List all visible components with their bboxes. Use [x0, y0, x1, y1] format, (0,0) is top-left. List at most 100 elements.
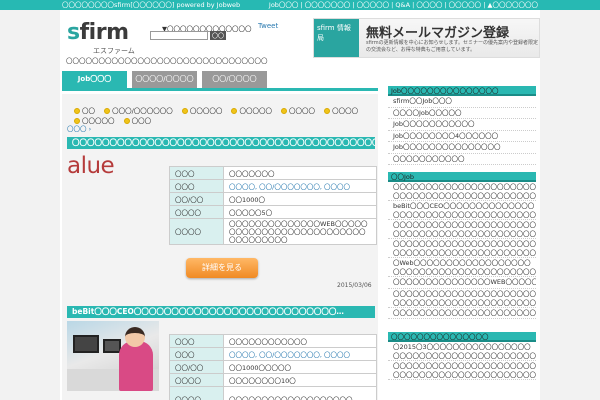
sidebar-header: Job〇〇〇〇〇〇〇〇〇〇〇〇〇〇〇: [388, 86, 536, 96]
table-value: 〇〇〇〇〇〇〇: [223, 166, 377, 180]
banner-title: 無料メールマガジン登録: [366, 26, 510, 41]
category-link[interactable]: 〇〇〇〇: [324, 105, 358, 115]
table-row: 〇〇〇〇 〇〇〇〇〇〇〇〇〇〇〇〇〇〇WEB〇〇〇〇〇〇〇〇〇〇〇〇〇〇〇〇〇〇〇…: [169, 218, 377, 245]
photo-person-head: [125, 327, 145, 347]
detail-button[interactable]: 詳細を見る: [186, 258, 258, 278]
category-dot-icon: [123, 118, 130, 124]
table-value: 〇〇〇〇〇〇〇〇10〇: [223, 373, 377, 387]
photo-monitor: [103, 339, 121, 353]
sidebar-item[interactable]: 〇2015〇3〇〇〇〇〇〇〇〇〇〇〇〇〇〇〇〇〇〇〇〇〇〇〇〇〇〇〇〇〇〇〇〇〇…: [388, 342, 536, 361]
sidebar-item[interactable]: 〇Web〇〇〇〇〇〇〇〇〇〇〇〇〇〇〇〇〇〇〇〇〇〇〇〇〇〇〇〇〇〇〇〇〇〇〇〇…: [388, 258, 536, 277]
job-info-table: 〇〇〇 〇〇〇〇〇〇〇〇〇〇〇〇 〇〇〇 〇〇〇〇, 〇〇/〇〇〇〇〇〇〇, 〇〇〇…: [169, 334, 377, 400]
sidebar-item[interactable]: Job〇〇〇〇〇〇〇〇〇〇〇〇〇〇〇: [388, 142, 536, 154]
table-key: 〇〇〇〇: [169, 373, 224, 387]
sidebar-item[interactable]: 〇〇〇〇〇〇〇〇〇〇〇〇〇〇〇〇〇〇〇〇〇〇〇〇〇〇〇〇〇〇: [388, 308, 536, 319]
category-link[interactable]: 〇〇: [74, 105, 95, 115]
logo-mark-rest: firm: [79, 20, 129, 45]
category-dot-icon: [181, 108, 188, 114]
sidebar-item[interactable]: 〇〇〇〇〇〇〇〇〇〇〇〇〇〇〇〇〇〇〇〇〇〇〇〇〇〇〇〇〇〇〇〇〇〇〇〇〇〇〇〇…: [388, 239, 536, 258]
sidebar-item[interactable]: Job〇〇〇〇〇〇〇〇4〇〇〇〇〇〇: [388, 131, 536, 142]
sidebar-item[interactable]: 〇〇〇〇Job〇〇〇〇〇: [388, 108, 536, 119]
search-button[interactable]: 〇〇: [210, 31, 226, 40]
table-row: 〇〇〇〇 〇〇〇〇〇〇〇〇10〇: [169, 373, 377, 387]
logo-mark-s: s: [67, 20, 80, 45]
table-row: 〇〇〇〇 〇〇〇〇〇5〇: [169, 205, 377, 219]
sidebar-item[interactable]: beBit〇〇〇CEO〇〇〇〇〇〇〇〇〇〇〇〇〇〇〇〇〇〇〇〇〇〇〇〇〇〇〇〇〇…: [388, 201, 536, 220]
photo-monitor: [73, 335, 99, 353]
sidebar-box-news: 〇〇〇〇〇〇〇〇〇〇〇〇〇〇〇 〇2015〇3〇〇〇〇〇〇〇〇〇〇〇〇〇〇〇〇〇…: [388, 332, 536, 380]
category-link[interactable]: 〇〇〇〇〇: [231, 105, 272, 115]
job-title[interactable]: 〇〇〇〇〇〇〇〇〇〇〇〇〇〇〇〇〇〇〇〇〇〇〇〇〇〇〇〇〇〇〇〇〇〇〇〇〇〇〇〇…: [67, 137, 375, 149]
job-title[interactable]: beBit〇〇〇CEO〇〇〇〇〇〇〇〇〇〇〇〇〇〇〇〇〇〇〇〇〇〇〇〇〇〇〇…: [67, 306, 375, 318]
table-value: 〇〇〇〇〇〇〇〇〇〇〇〇〇〇WEB〇〇〇〇〇〇〇〇〇〇〇〇〇〇〇〇〇〇〇〇〇〇〇…: [223, 218, 377, 245]
table-value-link[interactable]: 〇〇〇〇, 〇〇/〇〇〇〇〇〇〇, 〇〇〇〇: [223, 179, 377, 193]
top-bar-links[interactable]: Job〇〇〇 | 〇〇〇〇〇〇〇 | 〇〇〇〇〇 | Q&A | 〇〇〇〇 | …: [269, 0, 538, 10]
table-key: 〇〇〇〇: [169, 386, 224, 400]
table-key: 〇〇〇: [169, 179, 224, 193]
sidebar-header: 〇〇Job: [388, 172, 536, 182]
table-row: 〇〇〇 〇〇〇〇, 〇〇/〇〇〇〇〇〇〇, 〇〇〇〇: [169, 179, 377, 193]
sidebar-item[interactable]: 〇〇〇〇〇〇〇〇〇〇〇: [388, 154, 536, 165]
page-container: sfirm エスファーム 〇〇〇〇〇〇〇〇〇〇〇〇〇〇〇〇〇〇〇〇〇〇〇〇〇〇〇…: [60, 10, 540, 400]
top-bar-title[interactable]: 〇〇〇〇〇〇〇〇sfirm[〇〇〇〇〇〇] powered by Jobweb: [62, 0, 240, 10]
table-row: 〇〇〇 〇〇〇〇〇〇〇: [169, 166, 377, 180]
table-key: 〇〇〇〇: [169, 218, 224, 245]
table-value: 〇〇〇〇〇〇〇〇〇〇〇〇〇〇〇〇〇〇〇: [223, 386, 377, 400]
table-key: 〇〇〇〇: [169, 205, 224, 219]
category-link[interactable]: 〇〇〇/〇〇〇〇〇〇: [104, 105, 173, 115]
sidebar-item[interactable]: 〇〇〇〇〇〇〇〇〇〇〇〇〇〇〇〇〇〇〇〇〇〇〇〇〇〇〇〇〇〇〇〇〇〇〇〇〇〇〇〇…: [388, 289, 536, 308]
tab-underline: [62, 88, 378, 91]
table-key: 〇〇/〇〇: [169, 360, 224, 374]
breadcrumb[interactable]: 〇〇〇 ›: [67, 123, 91, 133]
sidebar-header: 〇〇〇〇〇〇〇〇〇〇〇〇〇〇〇: [388, 332, 536, 342]
tab-second[interactable]: 〇〇〇〇/〇〇〇〇: [132, 71, 197, 88]
table-row: 〇〇〇 〇〇〇〇〇〇〇〇〇〇〇〇: [169, 334, 377, 348]
site-tagline: 〇〇〇〇〇〇〇〇〇〇〇〇〇〇〇〇〇〇〇〇〇〇〇〇〇〇〇〇〇〇〇: [66, 57, 268, 65]
table-value-link[interactable]: 〇〇〇〇, 〇〇/〇〇〇〇〇〇〇, 〇〇〇〇: [223, 347, 377, 361]
job-date: 2015/03/06: [337, 282, 372, 289]
category-dot-icon: [231, 108, 238, 114]
table-key: 〇〇〇: [169, 347, 224, 361]
logo-mark: sfirm: [67, 20, 129, 45]
main-content: 〇〇 〇〇〇/〇〇〇〇〇〇 〇〇〇〇〇 〇〇〇〇〇 〇〇〇〇 〇〇〇〇 〇〇〇〇…: [62, 94, 378, 400]
category-link[interactable]: 〇〇〇〇: [281, 105, 315, 115]
table-row: 〇〇/〇〇 〇〇1000〇: [169, 192, 377, 206]
sidebar-box-new-jobs: 〇〇Job 〇〇〇〇〇〇〇〇〇〇〇〇〇〇〇〇〇〇〇〇〇〇〇〇〇〇〇〇〇〇〇〇〇〇…: [388, 172, 536, 319]
tab-third[interactable]: 〇〇/〇〇〇〇: [202, 71, 267, 88]
newsletter-banner[interactable]: sfirm 情報局 無料メールマガジン登録 sfirmの更新情報を中心にお知らせ…: [313, 18, 540, 58]
sidebar-item[interactable]: sfirm〇〇Job〇〇〇: [388, 96, 536, 108]
category-list: 〇〇 〇〇〇/〇〇〇〇〇〇 〇〇〇〇〇 〇〇〇〇〇 〇〇〇〇 〇〇〇〇 〇〇〇〇…: [74, 105, 374, 125]
tab-jobs[interactable]: Job〇〇〇: [62, 71, 127, 88]
sidebar-box-job-info: Job〇〇〇〇〇〇〇〇〇〇〇〇〇〇〇 sfirm〇〇Job〇〇〇 〇〇〇〇Job…: [388, 86, 536, 165]
job-photo[interactable]: [67, 321, 159, 391]
banner-label: sfirm 情報局: [314, 19, 359, 57]
table-key: 〇〇/〇〇: [169, 192, 224, 206]
site-logo[interactable]: sfirm エスファーム: [67, 20, 135, 55]
tweet-button[interactable]: Tweet: [258, 22, 278, 30]
table-value: 〇〇〇〇〇5〇: [223, 205, 377, 219]
category-dot-icon: [281, 108, 288, 114]
table-row: 〇〇/〇〇 〇〇1000〇〇〇〇〇: [169, 360, 377, 374]
table-value: 〇〇1000〇〇〇〇〇: [223, 360, 377, 374]
table-key: 〇〇〇: [169, 166, 224, 180]
category-link[interactable]: 〇〇〇: [123, 115, 151, 125]
top-bar: 〇〇〇〇〇〇〇〇sfirm[〇〇〇〇〇〇] powered by Jobweb …: [0, 0, 600, 10]
job-info-table: 〇〇〇 〇〇〇〇〇〇〇 〇〇〇 〇〇〇〇, 〇〇/〇〇〇〇〇〇〇, 〇〇〇〇 〇〇/…: [169, 166, 377, 245]
sidebar-item[interactable]: 〇〇〇〇〇〇〇〇〇〇〇〇〇〇〇〇〇〇〇〇〇〇〇〇〇〇〇〇〇〇〇〇〇〇〇〇〇〇〇〇…: [388, 220, 536, 239]
table-row: 〇〇〇〇 〇〇〇〇〇〇〇〇〇〇〇〇〇〇〇〇〇〇〇: [169, 386, 377, 400]
table-value: 〇〇1000〇: [223, 192, 377, 206]
search-input[interactable]: [150, 31, 208, 40]
sidebar-item[interactable]: 〇〇〇〇〇〇〇〇〇〇〇〇〇〇〇〇〇〇〇〇〇〇〇〇〇〇〇〇〇〇〇〇〇〇〇〇〇〇〇〇…: [388, 361, 536, 380]
sidebar-item[interactable]: 〇〇〇〇〇〇〇〇〇〇〇〇〇〇〇〇〇〇〇〇〇〇〇〇〇〇〇〇〇〇〇〇〇〇〇〇〇〇〇〇…: [388, 182, 536, 201]
table-row: 〇〇〇 〇〇〇〇, 〇〇/〇〇〇〇〇〇〇, 〇〇〇〇: [169, 347, 377, 361]
sidebar-item[interactable]: Job〇〇〇〇〇〇〇〇〇〇〇: [388, 119, 536, 131]
category-link[interactable]: 〇〇〇〇〇: [181, 105, 222, 115]
photo-person: [119, 341, 153, 391]
category-dot-icon: [74, 108, 80, 114]
banner-description: sfirmの更新情報を中心にお知らせします。セミナーの優先案内や登録者限定の交流…: [366, 40, 538, 53]
category-dot-icon: [104, 108, 111, 114]
company-logo[interactable]: alue: [67, 153, 115, 179]
category-dot-icon: [324, 108, 331, 114]
table-value: 〇〇〇〇〇〇〇〇〇〇〇〇: [223, 334, 377, 348]
sidebar-item[interactable]: 〇〇〇〇〇〇〇〇〇〇〇〇〇〇〇WEB〇〇〇〇〇〇〇〇〇〇〇〇: [388, 277, 536, 289]
